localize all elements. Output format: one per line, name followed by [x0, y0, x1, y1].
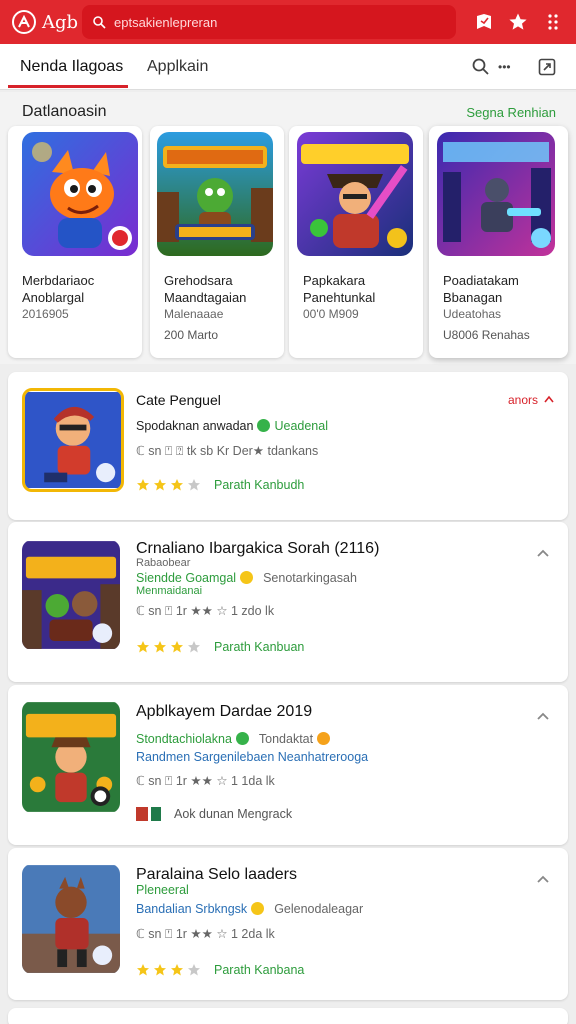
search-bar[interactable]: [82, 5, 456, 39]
card-title: Merbdariaoc Anoblargal: [22, 273, 95, 305]
card-title: Poadiatakam Bbanagan: [443, 273, 519, 305]
star-filled-icon: [154, 964, 166, 976]
game-artwork-image: [297, 132, 413, 256]
see-more-link[interactable]: Segna Renhian: [466, 105, 556, 120]
tab-apps[interactable]: Applkain: [147, 58, 208, 76]
rating-label: Parath Kanbana: [214, 963, 305, 977]
star-filled-icon: [171, 641, 183, 653]
item-developer: Stondtachiolakna Tondaktat: [136, 732, 334, 746]
game-thumbnail: [22, 864, 120, 974]
verified-icon: [257, 419, 271, 432]
item-category: Rabaobear: [136, 557, 191, 569]
chevron-up-icon[interactable]: [536, 548, 550, 558]
chevron-up-icon[interactable]: [536, 874, 550, 884]
install-row: Aok dunan Mengrack: [136, 807, 292, 821]
card-title: Papkakara Panehtunkal: [303, 273, 376, 305]
tab-bar: Nenda Ilagoas Applkain •••: [0, 44, 576, 90]
item-stats: ℂ sn ⍞ 1r ★★ ☆ 1 2da lk: [136, 927, 275, 941]
search-input[interactable]: [114, 14, 434, 30]
game-thumbnail: [22, 701, 120, 813]
item-developer: Spodaknan anwadan Ueadenal: [136, 419, 328, 433]
item-stats: ℂ sn ⍞ 1r ★★ ☆ 1 zdo lk: [136, 604, 275, 618]
list-item[interactable]: Paralaina Selo laaders Pleneeral Bandali…: [8, 848, 568, 1000]
tab-home[interactable]: Nenda Ilagoas: [20, 58, 123, 76]
item-stats: ℂ sn ⍞ ⍰ tk sb Kr Der★ tdankans: [136, 444, 319, 458]
star-icon[interactable]: [505, 9, 531, 35]
rating-label: Parath Kanbuan: [214, 640, 305, 654]
expand-label[interactable]: anors: [508, 393, 538, 407]
card-meta: 2016905: [22, 307, 69, 321]
badge-icon: [317, 732, 331, 745]
featured-card[interactable]: Poadiatakam Bbanagan Udeatohas U8006 Ren…: [429, 126, 568, 358]
list-item[interactable]: Apblkayem Dardae 2019 Stondtachiolakna To…: [8, 685, 568, 845]
card-meta: Udeatohas: [443, 307, 502, 321]
logo-text: Agb: [42, 11, 79, 33]
star-empty-icon: [188, 641, 200, 653]
item-title: Paralaina Selo laaders: [136, 866, 297, 883]
search-icon[interactable]: [472, 56, 490, 78]
rating-label: Parath Kanbudh: [214, 478, 305, 492]
badge-icon: [240, 571, 254, 584]
item-developer: Siendde Goamgal Senotarkingasah: [136, 571, 357, 585]
featured-section: Datlanoasin Segna Renhian Merbdariaoc An…: [0, 92, 576, 364]
game-artwork-image: [22, 132, 138, 256]
featured-card[interactable]: Grehodsara Maandtagaian Malenaaae 200 Ma…: [150, 126, 284, 358]
top-app-bar: Agb: [0, 0, 576, 44]
star-filled-icon: [154, 479, 166, 491]
rating-stars: Parath Kanbudh: [136, 478, 304, 492]
app-badge-icon: [151, 807, 161, 821]
rating-stars: Parath Kanbuan: [136, 640, 304, 654]
item-title: Crnaliano Ibargakica Sorah (2116): [136, 540, 380, 557]
star-filled-icon: [154, 641, 166, 653]
item-title: Cate Penguel: [136, 392, 221, 408]
game-artwork-image: [437, 132, 555, 256]
item-tag: Menmaidanai: [136, 585, 203, 597]
chevron-up-icon[interactable]: [544, 395, 554, 403]
star-filled-icon: [137, 964, 149, 976]
featured-card[interactable]: Merbdariaoc Anoblargal 2016905: [8, 126, 142, 358]
open-in-app-icon[interactable]: [538, 56, 556, 78]
star-filled-icon: [137, 641, 149, 653]
list-item[interactable]: Crnaliano Ibargakica Sorah (2116) Rabaob…: [8, 522, 568, 682]
game-artwork-image: [157, 132, 273, 256]
item-category: Pleneeral: [136, 883, 189, 897]
badge-icon: [251, 902, 265, 915]
card-meta-secondary: U8006 Renahas: [443, 328, 530, 342]
install-label: Aok dunan Mengrack: [174, 807, 293, 821]
list-item[interactable]: [8, 1008, 568, 1024]
featured-card[interactable]: Papkakara Panehtunkal 00'0 M909: [289, 126, 423, 358]
card-meta-secondary: 200 Marto: [164, 328, 219, 342]
star-filled-icon: [137, 479, 149, 491]
chevron-up-icon[interactable]: [536, 711, 550, 721]
item-tag: Randmen Sargenilebaen Neanhatrerooga: [136, 750, 369, 764]
more-horiz-icon[interactable]: •••: [498, 56, 511, 78]
list-item[interactable]: Cate Penguel anors Spodaknan anwadan Uead…: [8, 372, 568, 520]
rating-stars: Parath Kanbana: [136, 963, 304, 977]
play-icon: [235, 732, 249, 745]
game-thumbnail: [22, 540, 120, 650]
item-stats: ℂ sn ⍞ 1r ★★ ☆ 1 1da lk: [136, 774, 275, 788]
card-meta: 00'0 M909: [303, 307, 359, 321]
search-icon: [93, 16, 106, 29]
app-badge-icon: [136, 807, 148, 821]
star-filled-icon: [171, 479, 183, 491]
star-empty-icon: [188, 964, 200, 976]
card-title: Grehodsara Maandtagaian: [164, 273, 247, 305]
star-filled-icon: [171, 964, 183, 976]
item-title: Apblkayem Dardae 2019: [136, 703, 313, 720]
more-vert-icon[interactable]: [540, 9, 566, 35]
game-thumbnail: [22, 388, 124, 492]
bookmark-icon[interactable]: [471, 9, 497, 35]
app-logo[interactable]: Agb: [12, 10, 82, 34]
active-tab-indicator: [8, 85, 128, 88]
section-title: Datlanoasin: [22, 103, 107, 120]
star-empty-icon: [188, 479, 200, 491]
logo-icon: [12, 10, 36, 34]
item-developer: Bandalian Srbkngsk Gelenodaleagar: [136, 902, 364, 916]
card-meta: Malenaaae: [164, 307, 224, 321]
